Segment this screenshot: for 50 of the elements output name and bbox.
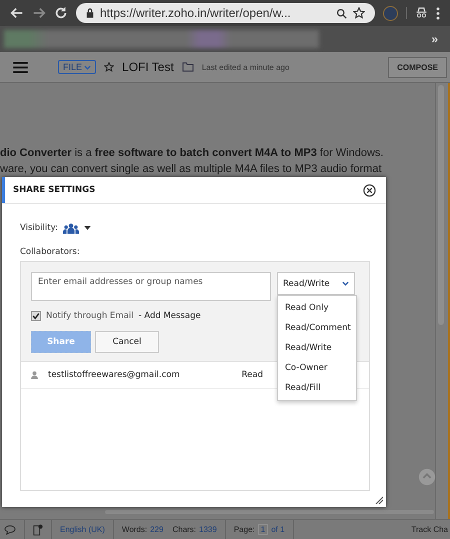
document-text: dio Converter is a free software to batch convert M4A to MP3 for Windows. bbox=[0, 146, 384, 161]
zoom-icon[interactable] bbox=[336, 8, 347, 18]
star-icon[interactable] bbox=[353, 7, 365, 19]
chevron-down-icon bbox=[342, 281, 349, 286]
back-icon[interactable] bbox=[10, 6, 24, 20]
last-edited-text: Last edited a minute ago bbox=[202, 62, 290, 72]
permission-option[interactable]: Co-Owner bbox=[278, 358, 356, 378]
notify-label: Notify through Email bbox=[46, 311, 134, 321]
caret-icon[interactable] bbox=[84, 226, 91, 230]
cancel-button[interactable]: Cancel bbox=[95, 331, 159, 353]
incognito-icon[interactable] bbox=[415, 7, 428, 19]
folder-icon[interactable] bbox=[182, 62, 194, 72]
track-changes-label[interactable]: Track Cha bbox=[411, 525, 450, 534]
document-text: ware, you can convert single as well as multiple M4A files to MP3 audio format bbox=[0, 162, 383, 177]
collaborator-permission[interactable]: Read bbox=[242, 370, 263, 380]
star-icon[interactable] bbox=[104, 62, 114, 72]
caret-icon bbox=[84, 64, 92, 70]
visibility-label: Visibility: bbox=[20, 223, 58, 233]
words-count: 229 bbox=[150, 525, 164, 534]
words-label: Words: bbox=[122, 525, 148, 534]
permission-option[interactable]: Read/Write bbox=[278, 338, 356, 358]
reload-icon[interactable] bbox=[54, 6, 68, 20]
lock-icon bbox=[86, 8, 94, 18]
resize-grip-icon[interactable] bbox=[375, 496, 383, 504]
add-message-link[interactable]: - Add Message bbox=[138, 311, 201, 321]
document-title[interactable]: LOFI Test bbox=[122, 60, 174, 74]
page-total: of 1 bbox=[271, 525, 285, 534]
collaborators-label: Collaborators: bbox=[20, 247, 81, 257]
collaborator-email: testlistoffreewares@gmail.com bbox=[48, 370, 180, 380]
permission-option[interactable]: Read Only bbox=[278, 298, 356, 318]
chars-count: 1339 bbox=[199, 525, 217, 534]
comment-icon[interactable] bbox=[4, 524, 16, 534]
menu-icon[interactable] bbox=[13, 62, 28, 72]
permission-option[interactable]: Read/Comment bbox=[278, 318, 356, 338]
chars-label: Chars: bbox=[172, 525, 196, 534]
notify-checkbox[interactable] bbox=[31, 311, 41, 321]
permission-dropdown[interactable]: Read/Write bbox=[277, 272, 355, 295]
person-icon bbox=[31, 371, 38, 379]
address-bar[interactable]: https://writer.zoho.in/writer/open/w... bbox=[76, 3, 375, 23]
email-input-field[interactable]: Enter email addresses or group names bbox=[31, 272, 271, 301]
bookmarks-overflow[interactable]: » bbox=[431, 32, 438, 46]
menu-icon[interactable] bbox=[436, 6, 440, 20]
permission-option[interactable]: Read/Fill bbox=[278, 378, 356, 398]
compose-button[interactable]: COMPOSE bbox=[388, 56, 447, 78]
dialog-title: SHARE SETTINGS bbox=[13, 185, 96, 195]
close-icon[interactable] bbox=[363, 184, 376, 196]
people-icon[interactable] bbox=[62, 222, 79, 234]
forward-icon[interactable] bbox=[32, 6, 46, 20]
page-label: Page: bbox=[234, 525, 255, 534]
note-icon[interactable] bbox=[33, 524, 43, 536]
